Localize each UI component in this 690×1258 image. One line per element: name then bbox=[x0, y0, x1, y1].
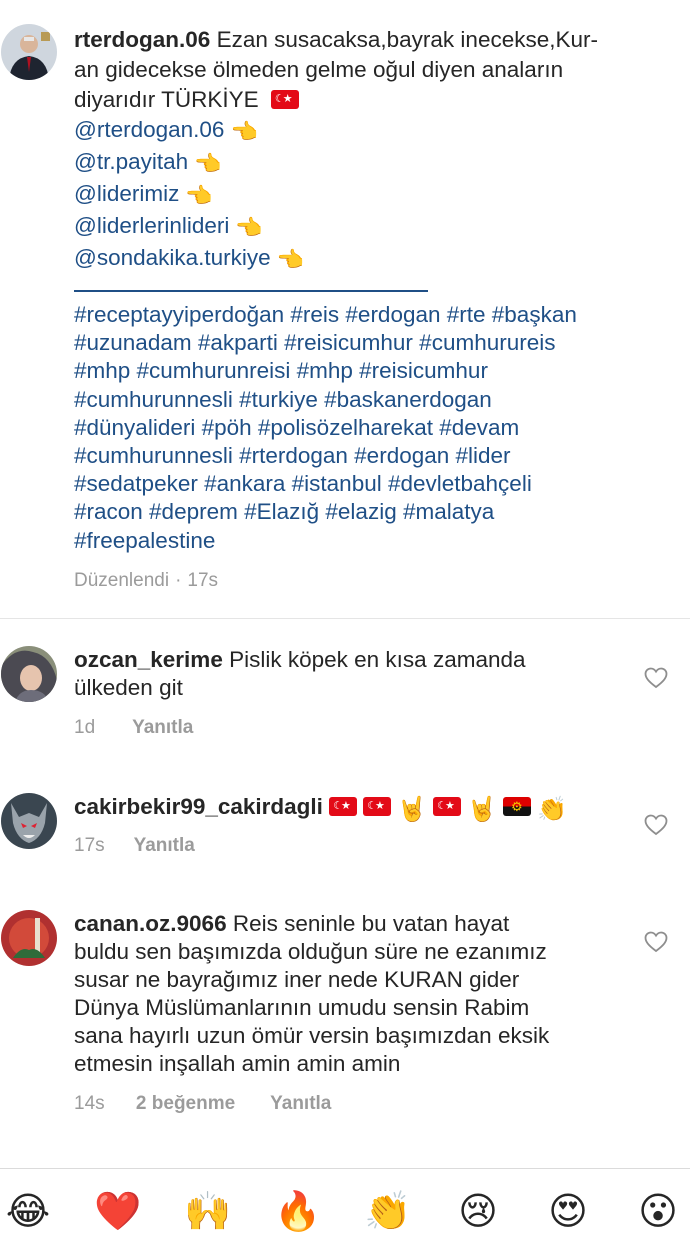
post-author-username[interactable]: rterdogan.06 bbox=[74, 27, 210, 52]
comment-body-line-3: susar ne bayrağımız iner nede KURAN gide… bbox=[74, 967, 520, 992]
hashtag-line[interactable]: #racon #deprem #Elazığ #elazig #malatya bbox=[74, 498, 664, 526]
mention-link[interactable]: @liderimiz bbox=[74, 181, 179, 206]
pointing-hand-icon: 👈 bbox=[185, 183, 213, 208]
hashtag-block: #receptayyiperdoğan #reis #erdogan #rte … bbox=[74, 301, 664, 555]
mention-link[interactable]: @rterdogan.06 bbox=[74, 117, 224, 142]
angola-flag-icon bbox=[502, 797, 531, 816]
commenter-avatar[interactable] bbox=[1, 910, 57, 966]
hashtag-line[interactable]: #uzunadam #akparti #reisicumhur #cumhuru… bbox=[74, 329, 664, 357]
comment-body-line-1: Pislik köpek en kısa zamanda bbox=[229, 647, 526, 672]
hashtag-line[interactable]: #dünyalideri #pöh #polisözelharekat #dev… bbox=[74, 414, 664, 442]
likes-count-button[interactable]: 2 beğenme bbox=[136, 1093, 235, 1114]
comment-time: 1d bbox=[74, 717, 96, 738]
comment-text: ozcan_kerime Pislik köpek en kısa zamand… bbox=[74, 646, 620, 702]
turkey-flag-icon bbox=[270, 90, 299, 109]
heart-eyes-emoji-icon[interactable]: 😍 bbox=[545, 1189, 591, 1235]
tears-of-joy-emoji-icon[interactable]: 😂 bbox=[5, 1189, 51, 1235]
like-heart-icon[interactable] bbox=[644, 814, 668, 836]
caption-divider bbox=[0, 618, 690, 619]
comment-text: canan.oz.9066 Reis seninle bu vatan haya… bbox=[74, 910, 620, 1078]
fire-emoji-icon[interactable]: 🔥 bbox=[274, 1189, 321, 1235]
post-caption: rterdogan.06 Ezan susacaksa,bayrak inece… bbox=[74, 25, 664, 275]
reply-button[interactable]: Yanıtla bbox=[132, 717, 193, 738]
raising-hands-emoji-icon[interactable]: 🙌 bbox=[184, 1189, 231, 1235]
comment-body-line-6: etmesin inşallah amin amin amin bbox=[74, 1051, 401, 1076]
commenter-avatar[interactable] bbox=[1, 646, 57, 702]
mention-link[interactable]: @sondakika.turkiye bbox=[74, 245, 271, 270]
post-meta: Düzenlendi · 17s bbox=[74, 570, 240, 592]
emoji-reaction-bar: 😂 ❤️ 🙌 🔥 👏 😢 😍 😮 bbox=[0, 1168, 690, 1258]
comment-time: 17s bbox=[74, 835, 105, 856]
turkey-flag-icon bbox=[363, 797, 392, 816]
caption-text-line-1: Ezan susacaksa,bayrak inecekse,Kur- bbox=[216, 27, 598, 52]
meta-separator: · bbox=[175, 570, 182, 591]
mention-link[interactable]: @liderlerinlideri bbox=[74, 213, 229, 238]
pointing-hand-icon: 👈 bbox=[230, 119, 258, 144]
comment-meta: 1d Yanıtla bbox=[74, 717, 215, 739]
pointing-hand-icon: 👈 bbox=[276, 247, 305, 272]
hashtag-line[interactable]: #mhp #cumhurunreisi #mhp #reisicumhur bbox=[74, 357, 664, 385]
like-heart-icon[interactable] bbox=[644, 667, 668, 689]
comment-username[interactable]: cakirbekir99_cakirdagli bbox=[74, 794, 323, 819]
comment-text: cakirbekir99_cakirdagli 🤘 🤘 👏 bbox=[74, 793, 620, 824]
red-heart-emoji-icon[interactable]: ❤️ bbox=[94, 1189, 141, 1235]
post-author-avatar[interactable] bbox=[1, 24, 57, 80]
comment-body-line-2: buldu sen başımızda olduğun süre ne ezan… bbox=[74, 939, 547, 964]
comment-meta: 14s 2 beğenme Yanıtla bbox=[74, 1093, 353, 1115]
like-heart-icon[interactable] bbox=[644, 931, 668, 953]
comment-meta: 17s Yanıtla bbox=[74, 835, 217, 857]
caption-text-line-2: an gidecekse ölmeden gelme oğul diyen an… bbox=[74, 57, 564, 82]
edited-label: Düzenlendi bbox=[74, 570, 170, 591]
comment-body-line-5: sana hayırlı uzun ömür versin başımızdan… bbox=[74, 1023, 550, 1048]
post-time: 17s bbox=[187, 570, 219, 591]
pointing-hand-icon: 👈 bbox=[194, 151, 222, 176]
sign-of-horns-icon: 🤘 bbox=[467, 796, 497, 823]
pointing-hand-icon: 👈 bbox=[235, 215, 263, 240]
comment-username[interactable]: canan.oz.9066 bbox=[74, 911, 227, 936]
comment-emoji-sequence: 🤘 🤘 👏 bbox=[329, 794, 573, 823]
hashtag-line[interactable]: #receptayyiperdoğan #reis #erdogan #rte … bbox=[74, 301, 664, 329]
turkey-flag-icon bbox=[329, 797, 358, 816]
comment-body-line-2: ülkeden git bbox=[74, 675, 183, 700]
hashtag-line[interactable]: #cumhurunnesli #rterdogan #erdogan #lide… bbox=[74, 442, 664, 470]
caption-underline-divider bbox=[74, 290, 428, 292]
reply-button[interactable]: Yanıtla bbox=[270, 1093, 331, 1114]
caption-text-line-3: diyarıdır TÜRKİYE bbox=[74, 87, 259, 112]
hashtag-line[interactable]: #freepalestine bbox=[74, 527, 664, 555]
astonished-face-emoji-icon[interactable]: 😮 bbox=[635, 1189, 681, 1235]
crying-face-emoji-icon[interactable]: 😢 bbox=[455, 1189, 501, 1235]
comment-username[interactable]: ozcan_kerime bbox=[74, 647, 223, 672]
sign-of-horns-icon: 🤘 bbox=[397, 796, 428, 823]
reply-button[interactable]: Yanıtla bbox=[134, 835, 195, 856]
comment-body-line-4: Dünya Müslümanlarının umudu sensin Rabim bbox=[74, 995, 530, 1020]
commenter-avatar[interactable] bbox=[1, 793, 57, 849]
turkey-flag-icon bbox=[433, 797, 462, 816]
hashtag-line[interactable]: #sedatpeker #ankara #istanbul #devletbah… bbox=[74, 470, 664, 498]
hashtag-line[interactable]: #cumhurunnesli #turkiye #baskanerdogan bbox=[74, 386, 664, 414]
comment-time: 14s bbox=[74, 1093, 105, 1114]
mention-link[interactable]: @tr.payitah bbox=[74, 149, 188, 174]
clapping-hands-emoji-icon[interactable]: 👏 bbox=[364, 1189, 411, 1235]
clapping-hands-icon: 👏 bbox=[536, 796, 567, 823]
comment-body-line-1: Reis seninle bu vatan hayat bbox=[232, 911, 510, 936]
